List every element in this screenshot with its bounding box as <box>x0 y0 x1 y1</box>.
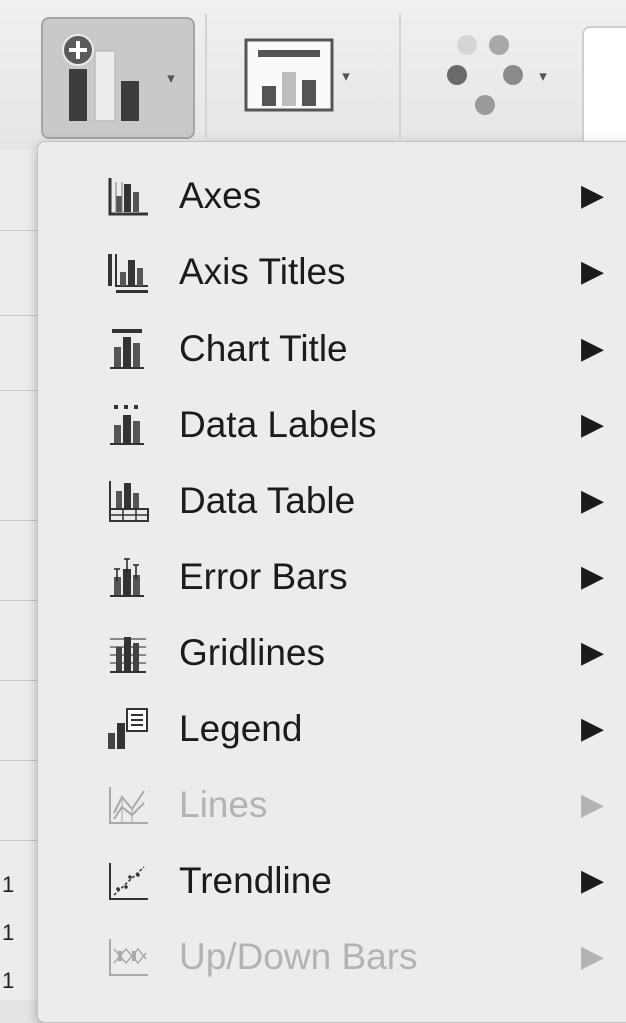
chevron-down-icon: ▾ <box>539 68 547 85</box>
sheet-gridline <box>0 680 40 681</box>
menu-item-label: Trendline <box>179 860 332 901</box>
menu-item-data-table[interactable]: Data Table ▶ <box>38 465 626 537</box>
quick-layout-button[interactable]: ▾ <box>222 17 372 135</box>
menu-item-label: Data Table <box>179 480 356 521</box>
menu-item-label: Up/Down Bars <box>179 936 418 977</box>
menu-item-label: Lines <box>179 784 268 825</box>
menu-item-trendline[interactable]: Trendline ▶ <box>38 845 626 917</box>
row-label: 1 <box>2 920 15 945</box>
submenu-arrow-icon: ▶ <box>581 788 605 821</box>
menu-item-gridlines[interactable]: Gridlines ▶ <box>38 617 626 689</box>
toolbar-overflow-field[interactable] <box>582 26 626 148</box>
change-colors-icon <box>443 31 533 121</box>
submenu-arrow-icon: ▶ <box>581 408 605 441</box>
submenu-arrow-icon: ▶ <box>581 255 605 288</box>
submenu-arrow-icon: ▶ <box>581 179 605 212</box>
submenu-arrow-icon: ▶ <box>581 332 605 365</box>
submenu-arrow-icon: ▶ <box>581 636 605 669</box>
sheet-gridline <box>0 520 40 521</box>
menu-item-label: Data Labels <box>179 404 377 445</box>
sheet-gridline <box>0 390 40 391</box>
chevron-down-icon: ▾ <box>342 68 350 85</box>
data-table-icon <box>106 479 150 523</box>
submenu-arrow-icon: ▶ <box>581 484 605 517</box>
chevron-down-icon: ▾ <box>167 70 175 87</box>
worksheet-background: 1 1 1 <box>0 150 40 1000</box>
menu-item-error-bars[interactable]: Error Bars ▶ <box>38 541 626 613</box>
menu-item-data-labels[interactable]: Data Labels ▶ <box>38 389 626 461</box>
add-chart-element-menu: Axes ▶ Axis Titles ▶ Chart Title ▶ Data … <box>37 141 626 1023</box>
submenu-arrow-icon: ▶ <box>581 560 605 593</box>
error-bars-icon <box>106 555 150 599</box>
gridlines-icon <box>106 631 150 675</box>
menu-item-lines[interactable]: Lines ▶ <box>38 769 626 841</box>
menu-item-label: Error Bars <box>179 556 348 597</box>
menu-item-axis-titles[interactable]: Axis Titles ▶ <box>38 236 626 308</box>
menu-item-label: Gridlines <box>179 632 325 673</box>
menu-item-label: Legend <box>179 708 303 749</box>
data-labels-icon <box>106 403 150 447</box>
row-label: 1 <box>2 872 15 897</box>
submenu-arrow-icon: ▶ <box>581 712 605 745</box>
menu-item-label: Axis Titles <box>179 251 346 292</box>
trendline-icon <box>106 859 150 903</box>
change-colors-button[interactable]: ▾ <box>425 17 565 135</box>
menu-item-up-down-bars[interactable]: Up/Down Bars ▶ <box>38 921 626 993</box>
up-down-bars-icon <box>106 935 150 979</box>
menu-item-axes[interactable]: Axes ▶ <box>38 160 626 232</box>
toolbar-divider <box>399 14 401 138</box>
menu-item-label: Axes <box>179 175 262 216</box>
sheet-gridline <box>0 315 40 316</box>
axis-titles-icon <box>106 250 150 294</box>
sheet-gridline <box>0 230 40 231</box>
menu-item-label: Chart Title <box>179 328 348 369</box>
sheet-gridline <box>0 760 40 761</box>
submenu-arrow-icon: ▶ <box>581 864 605 897</box>
add-chart-element-button[interactable]: ▾ <box>41 17 195 139</box>
axes-icon <box>106 174 150 218</box>
row-label: 1 <box>2 968 15 993</box>
toolbar-divider <box>205 14 207 138</box>
submenu-arrow-icon: ▶ <box>581 940 605 973</box>
menu-item-legend[interactable]: Legend ▶ <box>38 693 626 765</box>
chart-title-icon <box>106 327 150 371</box>
quick-layout-icon <box>244 36 336 116</box>
sheet-gridline <box>0 840 40 841</box>
menu-item-chart-title[interactable]: Chart Title ▶ <box>38 313 626 385</box>
chart-design-toolbar: ▾ ▾ ▾ <box>0 0 626 150</box>
lines-icon <box>106 783 150 827</box>
add-chart-element-icon <box>61 33 161 123</box>
legend-icon <box>106 707 150 751</box>
sheet-gridline <box>0 600 40 601</box>
